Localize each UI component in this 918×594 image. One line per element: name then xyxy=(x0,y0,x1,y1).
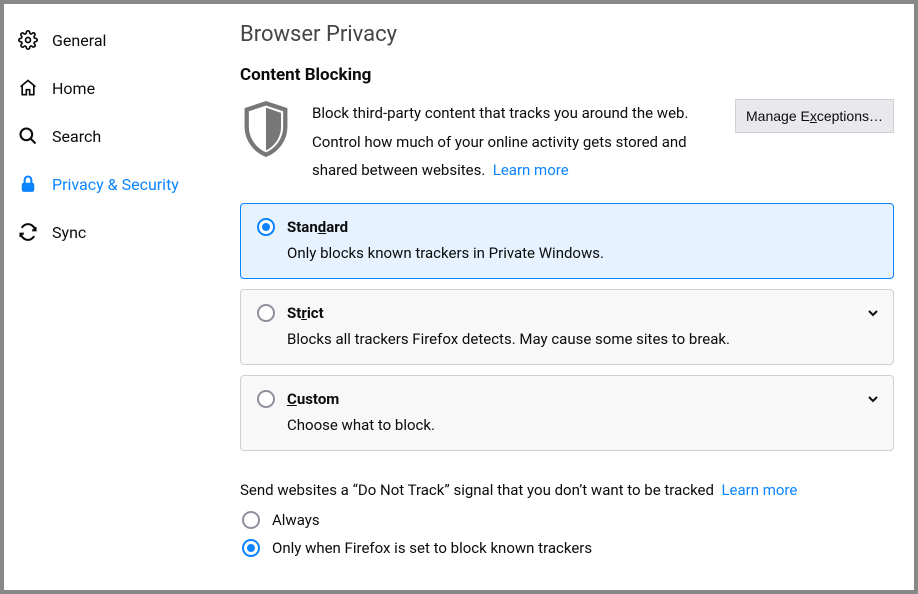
dnt-option-always[interactable]: Always xyxy=(242,511,894,529)
sidebar-item-general[interactable]: General xyxy=(4,16,220,64)
gear-icon xyxy=(16,28,40,52)
dnt-learn-more-link[interactable]: Learn more xyxy=(721,481,797,499)
main-content: Browser Privacy Content Blocking Block t… xyxy=(220,4,914,590)
radio-dnt-always[interactable] xyxy=(242,511,260,529)
manage-exceptions-button[interactable]: Manage Exceptions… xyxy=(735,99,894,133)
option-strict-title: Strict xyxy=(287,304,324,322)
option-strict[interactable]: Strict Blocks all trackers Firefox detec… xyxy=(240,289,894,365)
chevron-down-icon[interactable] xyxy=(867,304,879,323)
sync-icon xyxy=(16,220,40,244)
search-icon xyxy=(16,124,40,148)
sidebar-item-label: Home xyxy=(52,79,95,98)
sidebar-item-privacy-security[interactable]: Privacy & Security xyxy=(4,160,220,208)
option-standard-desc: Only blocks known trackers in Private Wi… xyxy=(287,244,877,262)
content-blocking-description: Block third-party content that tracks yo… xyxy=(312,99,719,185)
radio-strict[interactable] xyxy=(257,304,275,322)
option-standard-title: Standard xyxy=(287,218,348,236)
option-custom-desc: Choose what to block. xyxy=(287,416,877,434)
chevron-down-icon[interactable] xyxy=(867,390,879,409)
sidebar-item-label: Sync xyxy=(52,223,86,242)
page-title: Browser Privacy xyxy=(240,22,894,47)
sidebar-item-label: Search xyxy=(52,127,101,146)
sidebar-item-home[interactable]: Home xyxy=(4,64,220,112)
sidebar-item-label: Privacy & Security xyxy=(52,175,179,194)
dnt-option-only-when[interactable]: Only when Firefox is set to block known … xyxy=(242,539,894,557)
dnt-always-label: Always xyxy=(272,511,320,529)
dnt-description: Send websites a “Do Not Track” signal th… xyxy=(240,481,894,499)
lock-icon xyxy=(16,172,40,196)
content-blocking-learn-more-link[interactable]: Learn more xyxy=(493,161,569,179)
content-blocking-intro: Block third-party content that tracks yo… xyxy=(240,99,894,185)
settings-sidebar: General Home Search xyxy=(4,4,220,590)
option-custom[interactable]: Custom Choose what to block. xyxy=(240,375,894,451)
content-blocking-options: Standard Only blocks known trackers in P… xyxy=(240,203,894,451)
radio-standard[interactable] xyxy=(257,218,275,236)
home-icon xyxy=(16,76,40,100)
radio-dnt-only-when[interactable] xyxy=(242,539,260,557)
shield-icon xyxy=(240,99,296,163)
radio-custom[interactable] xyxy=(257,390,275,408)
sidebar-item-search[interactable]: Search xyxy=(4,112,220,160)
option-custom-title: Custom xyxy=(287,390,339,408)
option-standard[interactable]: Standard Only blocks known trackers in P… xyxy=(240,203,894,279)
sidebar-item-sync[interactable]: Sync xyxy=(4,208,220,256)
dnt-only-when-label: Only when Firefox is set to block known … xyxy=(272,539,592,557)
option-strict-desc: Blocks all trackers Firefox detects. May… xyxy=(287,330,877,348)
content-blocking-heading: Content Blocking xyxy=(240,65,894,85)
sidebar-item-label: General xyxy=(52,31,106,50)
